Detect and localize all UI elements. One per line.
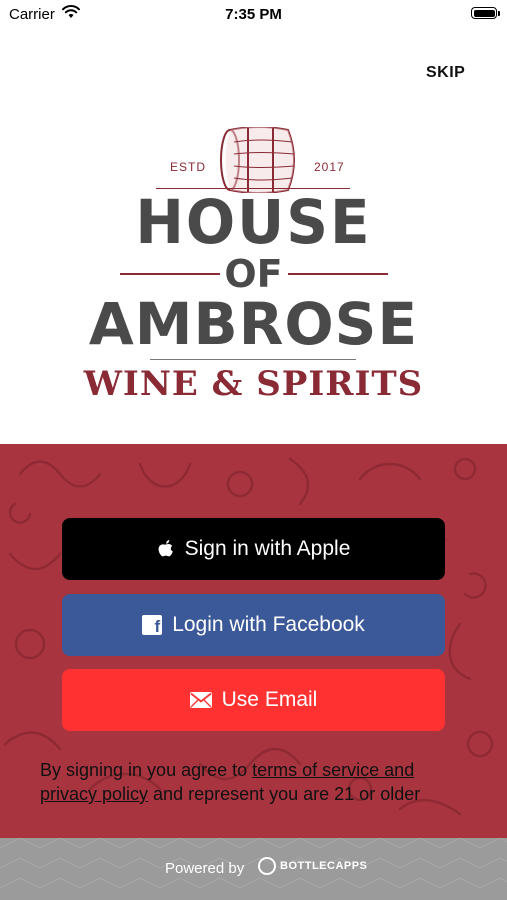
legal-prefix: By signing in you agree to (40, 760, 253, 780)
logo-year: 2017 (314, 160, 345, 174)
logo-estd: ESTD (170, 160, 207, 174)
status-bar: Carrier 7:35 PM (0, 0, 507, 30)
email-button-label: Use Email (221, 688, 318, 711)
skip-button[interactable]: SKIP (426, 64, 465, 82)
facebook-icon: f (142, 615, 163, 635)
bottlecapps-logo-icon (258, 857, 276, 875)
login-with-facebook-button[interactable]: f Login with Facebook (62, 594, 445, 656)
powered-by-footer: Powered by BOTTLECAPPS (0, 838, 507, 900)
logo-rule-bottom (150, 359, 356, 360)
logo-house: HOUSE (135, 186, 372, 258)
legal-notice: By signing in you agree to terms of serv… (40, 758, 470, 806)
powered-by-label: Powered by (165, 860, 245, 877)
battery-icon (471, 7, 497, 19)
bottlecapps-brand: BOTTLECAPPS (280, 860, 368, 872)
mail-icon (189, 692, 212, 708)
brand-logo: ESTD 2017 HOUSE OF AMBROSE WINE & SPIRIT… (0, 125, 507, 415)
sign-in-with-apple-button[interactable]: Sign in with Apple (62, 518, 445, 580)
facebook-button-label: Login with Facebook (172, 613, 365, 636)
clock: 7:35 PM (225, 6, 282, 23)
apple-icon (157, 539, 175, 560)
legal-suffix: and represent you are 21 or older (148, 784, 421, 804)
logo-ambrose: AMBROSE (88, 290, 419, 358)
battery-tip (498, 11, 500, 16)
use-email-button[interactable]: Use Email (62, 669, 445, 731)
apple-button-label: Sign in with Apple (184, 537, 351, 560)
footer-pattern (0, 838, 507, 889)
barrel-icon (220, 127, 295, 193)
logo-of: OF (224, 252, 283, 296)
logo-wine-spirits: WINE & SPIRITS (83, 364, 424, 404)
logo-rule-right (288, 273, 388, 275)
